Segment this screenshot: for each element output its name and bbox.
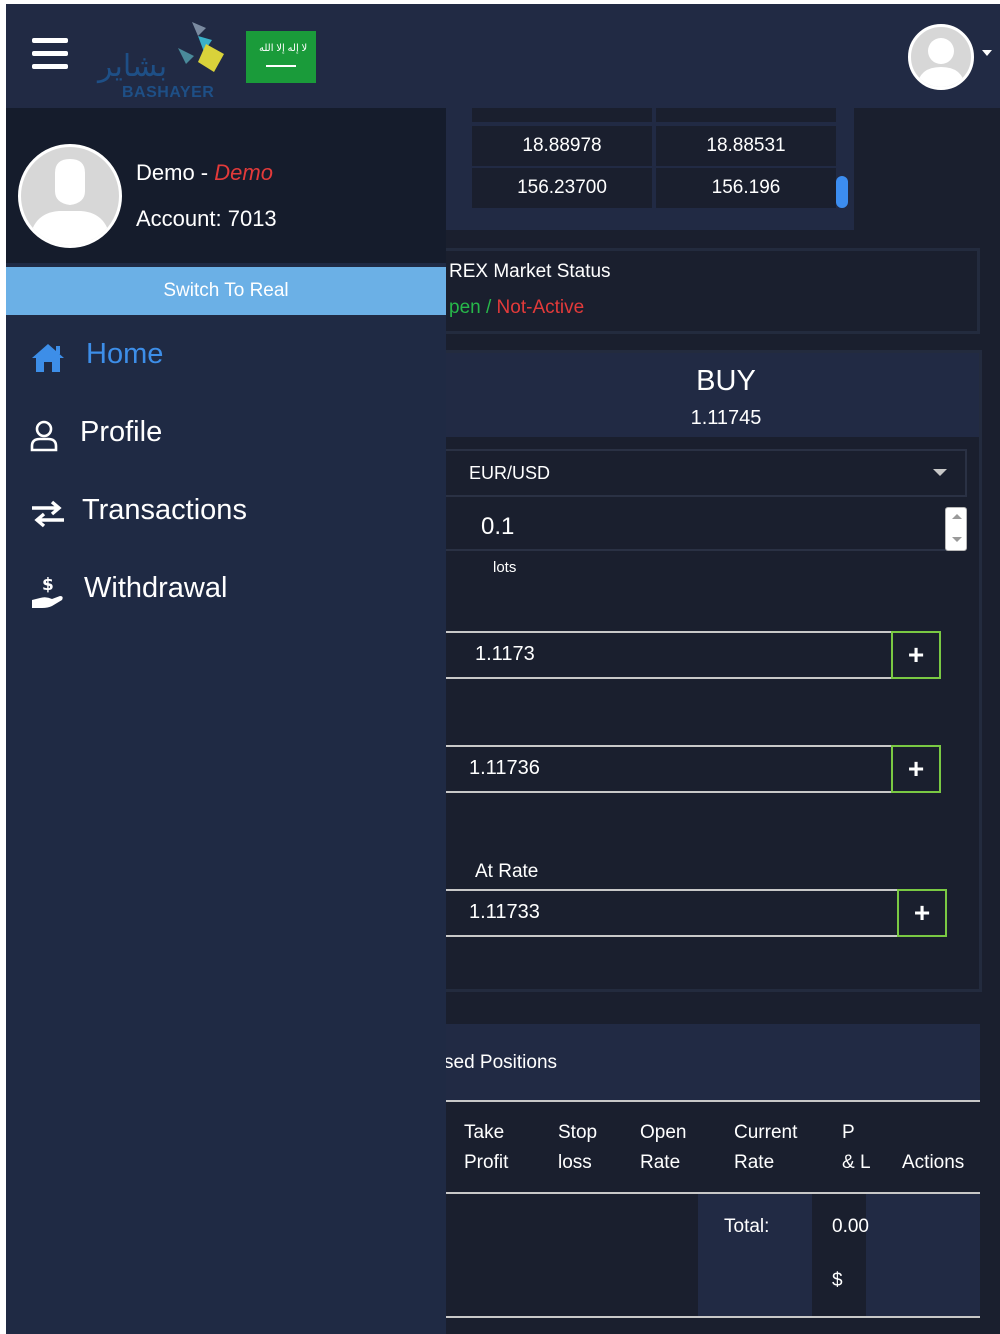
stepper-down-icon[interactable] (952, 537, 962, 542)
col-pl: P & L (842, 1122, 871, 1173)
quotes-scrollbar[interactable] (836, 176, 848, 208)
quote-cell: 18.88531 (656, 126, 836, 166)
user-icon (30, 420, 58, 452)
market-status-title: REX Market Status (449, 261, 611, 282)
sidebar-item-transactions[interactable]: Transactions (6, 482, 446, 542)
quote-cell: 18.88978 (472, 126, 652, 166)
stepper-up-icon[interactable] (952, 514, 962, 519)
quote-cell-bg (472, 108, 652, 122)
quotes-table: 18.88978 18.88531 156.23700 156.196 (426, 108, 854, 230)
user-avatar-button[interactable] (908, 24, 974, 90)
col-take-profit: Take Profit (464, 1122, 509, 1173)
flag-script: لا إله إلا الله (259, 43, 308, 54)
avatar-silhouette-icon (29, 159, 111, 245)
at-rate-label: At Rate (475, 861, 539, 882)
hand-dollar-icon: $ (32, 575, 63, 608)
sidebar-item-label: Profile (80, 416, 163, 448)
sidebar-item-home[interactable]: Home (6, 326, 446, 386)
at-rate-plus-button[interactable]: + (897, 889, 947, 937)
menu-toggle-button[interactable] (32, 38, 68, 70)
total-currency: $ (832, 1270, 843, 1291)
lots-input-value: 0.1 (481, 513, 515, 540)
take-profit-input[interactable]: 1.1173 (429, 631, 893, 679)
positions-title: sed Positions (444, 1052, 558, 1073)
chevron-down-icon[interactable] (982, 50, 992, 56)
status-separator: / (480, 297, 497, 318)
account-name: Demo - Demo (136, 160, 273, 186)
market-not-active-label: Not-Active (496, 297, 585, 318)
app-frame: بشاير BASHAYER لا إله إلا الله 18.88978 … (6, 4, 1000, 1334)
take-profit-plus-button[interactable]: + (891, 631, 941, 679)
buy-title: BUY (696, 365, 756, 397)
flag-sword (266, 65, 296, 67)
top-bar: بشاير BASHAYER لا إله إلا الله (6, 4, 1000, 108)
svg-text:$: $ (42, 575, 54, 595)
col-actions: Actions (902, 1152, 965, 1173)
total-label: Total: (724, 1216, 770, 1237)
account-mode: Demo (214, 160, 273, 185)
sidebar-profile: Demo - Demo Account: 7013 (6, 108, 446, 263)
quote-cell-bg (656, 108, 836, 122)
quote-cell: 156.196 (656, 168, 836, 208)
symbol-select[interactable]: EUR/USD (429, 449, 967, 497)
buy-header: BUY 1.11745 (429, 353, 979, 437)
account-number: Account: 7013 (136, 206, 277, 231)
menu-bar (32, 51, 68, 56)
col-stop-loss: Stop loss (558, 1122, 598, 1173)
symbol-select-value: EUR/USD (469, 463, 551, 483)
stop-loss-input[interactable]: 1.11736 (429, 745, 893, 793)
col-open-rate: Open Rate (640, 1122, 687, 1173)
avatar-silhouette-icon (917, 38, 965, 87)
menu-bar (32, 38, 68, 43)
menu-bar (32, 64, 68, 69)
sidebar-item-label: Transactions (82, 494, 247, 526)
buy-order-panel: BUY 1.11745 EUR/USD 0.1 lots 1.1173 + 1.… (426, 350, 982, 992)
avatar[interactable] (18, 144, 122, 248)
saudi-flag-icon[interactable]: لا إله إلا الله (246, 31, 316, 83)
market-open-label: pen (449, 297, 481, 318)
exchange-icon (32, 500, 64, 528)
sidebar-item-label: Home (86, 338, 164, 370)
stop-loss-plus-button[interactable]: + (891, 745, 941, 793)
buy-price: 1.11745 (690, 407, 762, 429)
sidebar-item-label: Withdrawal (84, 572, 228, 604)
total-value: 0.00 (832, 1216, 869, 1237)
positions-table-body: Total: 0.00 $ (426, 1194, 980, 1318)
home-icon (32, 344, 64, 372)
positions-table-header: Take Profit Stop loss Open Rate Current Rate… (426, 1100, 980, 1194)
logo-text: BASHAYER (122, 84, 215, 101)
at-rate-input[interactable]: 1.11733 (429, 889, 899, 937)
bashayer-logo[interactable]: بشاير BASHAYER (94, 14, 224, 101)
sidebar: Demo - Demo Account: 7013 Switch To Real… (6, 108, 446, 1334)
at-rate-value: 1.11733 (469, 901, 540, 923)
svg-text:بشاير: بشاير (96, 49, 167, 84)
lots-input[interactable]: 0.1 (429, 505, 947, 551)
lots-label: lots (493, 559, 517, 576)
market-status-line: pen / Not-Active (449, 297, 584, 319)
lots-stepper[interactable] (945, 507, 967, 551)
stop-loss-value: 1.11736 (469, 757, 540, 779)
table-cell-bg (426, 1194, 698, 1316)
table-cell-bg (812, 1194, 866, 1316)
switch-to-real-button[interactable]: Switch To Real (6, 267, 446, 315)
sidebar-item-profile[interactable]: Profile (6, 404, 446, 464)
account-name-separator: - (194, 160, 215, 185)
take-profit-value: 1.1173 (475, 643, 535, 665)
quote-cell: 156.23700 (472, 168, 652, 208)
market-status-box: REX Market Status pen / Not-Active (426, 248, 980, 334)
account-name-text: Demo (136, 160, 195, 185)
sidebar-item-withdrawal[interactable]: $ Withdrawal (6, 560, 446, 620)
col-current-rate: Current Rate (734, 1122, 798, 1173)
chevron-down-icon (933, 469, 947, 476)
positions-header: sed Positions (426, 1024, 980, 1100)
